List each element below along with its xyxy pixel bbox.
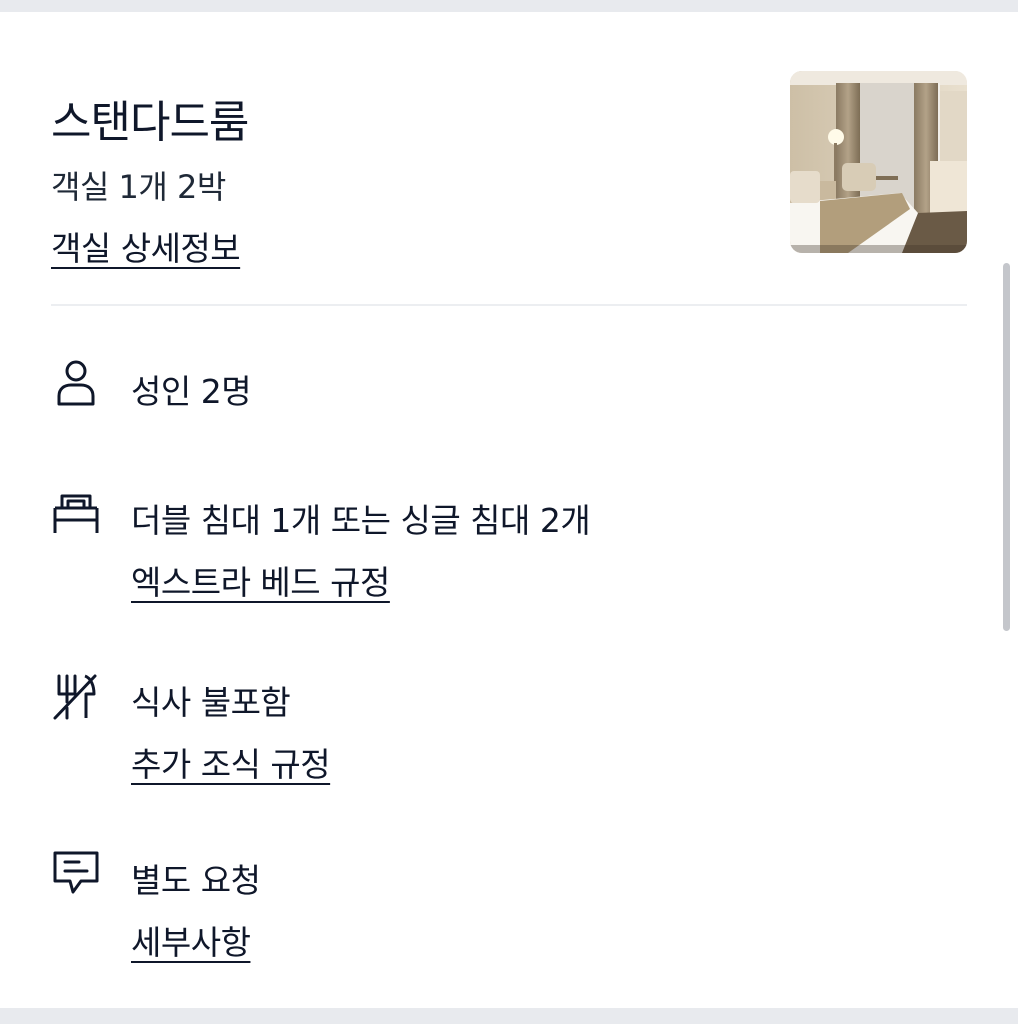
room-title: 스탠다드룸: [51, 97, 249, 148]
bed-label: 더블 침대 1개 또는 싱글 침대 2개: [131, 501, 591, 540]
bed-icon: [51, 488, 101, 538]
meal-label: 식사 불포함: [131, 683, 291, 722]
no-meal-icon: [51, 672, 101, 722]
room-summary: 객실 1개 2박: [51, 168, 226, 206]
room-thumbnail[interactable]: [790, 71, 967, 253]
scrollbar[interactable]: [1003, 263, 1010, 631]
booking-room-card: 스탠다드룸 객실 1개 2박 객실 상세정보 성인 2명 더블 침대 1개 또는…: [0, 12, 1018, 1008]
request-details-link[interactable]: 세부사항: [131, 916, 251, 964]
person-icon: [51, 358, 101, 408]
room-details-link[interactable]: 객실 상세정보: [51, 222, 241, 270]
extra-breakfast-policy-link[interactable]: 추가 조식 규정: [131, 738, 331, 786]
guests-label: 성인 2명: [131, 372, 252, 411]
special-request-label: 별도 요청: [131, 861, 261, 900]
message-icon: [51, 848, 101, 898]
divider: [51, 304, 967, 306]
extra-bed-policy-link[interactable]: 엑스트라 베드 규정: [131, 556, 390, 604]
